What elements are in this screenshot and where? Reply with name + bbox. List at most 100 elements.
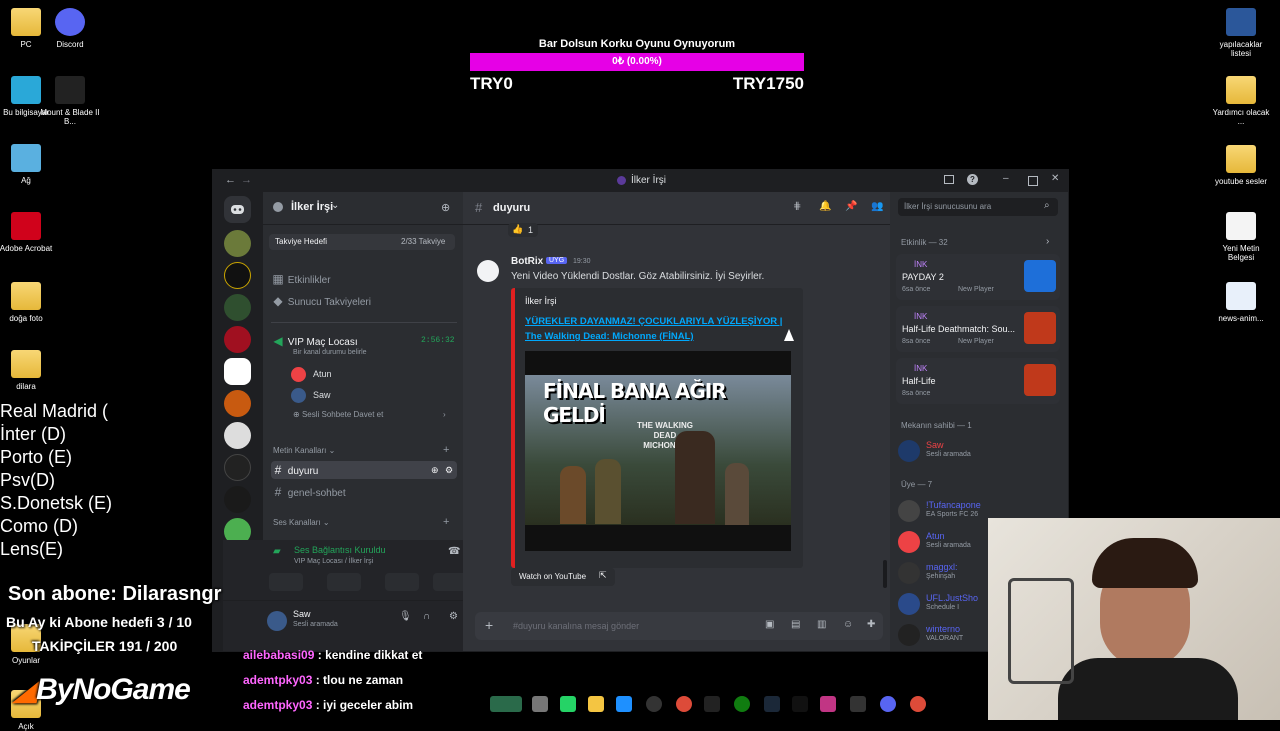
headphones-icon[interactable]: ∩ — [423, 611, 430, 622]
bot-avatar[interactable] — [477, 260, 499, 282]
forward-arrow-icon[interactable]: → — [241, 174, 252, 186]
sticker-icon[interactable]: ▥ — [817, 619, 826, 630]
taskbar-app-icon[interactable] — [532, 696, 548, 712]
video-thumbnail[interactable]: FİNAL BANA AĞIR GELDİ THE WALKING DEAD M… — [525, 351, 791, 551]
discord-icon[interactable] — [880, 696, 896, 712]
desktop-icon[interactable]: yapılacaklar listesi — [1209, 8, 1273, 58]
server-header[interactable]: İlker İrşi ⌄ ⊕ — [263, 192, 463, 225]
desktop-icon[interactable]: doğa foto — [0, 282, 58, 323]
activity-card[interactable]: İNK Half-Life Deathmatch: Sou... 8sa önc… — [896, 306, 1060, 352]
steam-icon[interactable] — [764, 696, 780, 712]
voice-location[interactable]: VIP Maç Locası / İlker İrşi — [294, 558, 373, 565]
desktop-icon[interactable]: Ağ — [0, 144, 58, 185]
avatar[interactable] — [267, 611, 287, 631]
server-icon[interactable] — [224, 326, 251, 353]
server-icon[interactable] — [224, 230, 251, 257]
threads-icon[interactable]: ⋕ — [793, 201, 801, 212]
epic-games-icon[interactable] — [704, 696, 720, 712]
events-link[interactable]: ▦ Etkinlikler — [271, 270, 457, 288]
microphone-icon[interactable]: 🎙 — [399, 611, 412, 622]
member-status: Sesli aramada — [926, 451, 971, 458]
whatsapp-icon[interactable] — [560, 696, 576, 712]
activity-card[interactable]: İNK Half-Life 8sa önce — [896, 358, 1060, 404]
member-list-icon[interactable]: 👥 — [871, 201, 883, 212]
discord-home-icon[interactable] — [224, 196, 251, 223]
invite-icon[interactable]: ⊕ — [431, 461, 439, 479]
server-icon[interactable] — [224, 390, 251, 417]
server-icon[interactable] — [224, 294, 251, 321]
boosts-link[interactable]: ◆ Sunucu Takviyeleri — [271, 292, 457, 310]
activity-game: PAYDAY 2 — [902, 272, 944, 282]
add-channel-icon[interactable]: + — [443, 516, 449, 528]
desktop-icon[interactable]: news-anim... — [1209, 282, 1273, 323]
member-status: EA Sports FC 26 — [926, 511, 979, 518]
xbox-icon[interactable] — [734, 696, 750, 712]
scrollbar[interactable] — [883, 560, 887, 588]
server-stars-icon[interactable] — [224, 262, 251, 289]
help-icon[interactable]: ? — [967, 174, 978, 185]
server-icon[interactable] — [224, 422, 251, 449]
soundboard-button[interactable] — [433, 573, 467, 591]
desktop-icon[interactable]: youtube sesler — [1209, 145, 1273, 186]
voice-user[interactable]: Atun — [291, 366, 451, 384]
server-icon[interactable] — [224, 486, 251, 513]
watch-on-youtube-button[interactable]: Watch on YouTube ⇱ — [511, 568, 615, 586]
voice-user[interactable]: Saw — [291, 387, 451, 405]
member-owner[interactable]: Saw Sesli aramada — [898, 438, 1058, 470]
voice-channel-vip[interactable]: ◀ VIP Maç Locası 2:56:32 — [271, 332, 457, 350]
voice-status[interactable]: Bir kanal durumu belirle — [293, 349, 367, 356]
taskbar-app-icon[interactable] — [646, 696, 662, 712]
chrome-icon[interactable] — [676, 696, 692, 712]
close-icon[interactable]: ✕ — [1051, 173, 1059, 184]
boost-goal-bar[interactable]: Takviye Hedefi 2/33 Takviye — [269, 234, 455, 250]
server-icon-selected[interactable] — [224, 358, 251, 385]
channel-duyuru[interactable]: # duyuru ⊕ ⚙ — [271, 461, 457, 479]
channel-genel-sohbet[interactable]: # genel-sohbet — [271, 483, 457, 501]
emoji-icon[interactable]: ☺ — [843, 619, 853, 630]
edge-icon[interactable] — [616, 696, 632, 712]
pin-icon[interactable]: 📌 — [845, 201, 857, 212]
chrome-icon[interactable] — [910, 696, 926, 712]
desktop-icon[interactable]: dilara — [0, 350, 58, 391]
instagram-icon[interactable] — [820, 696, 836, 712]
taskbar-app-icon[interactable] — [490, 696, 522, 712]
search-input[interactable]: İlker İrşi sunucusunu ara ⌕ — [898, 198, 1058, 216]
desktop-icon[interactable]: Yardımcı olacak ... — [1209, 76, 1273, 126]
folder-icon[interactable] — [588, 696, 604, 712]
reaction[interactable]: 👍 1 — [508, 223, 538, 237]
taskbar-app-icon[interactable] — [850, 696, 866, 712]
inbox-icon[interactable] — [944, 175, 954, 184]
activities-button[interactable] — [385, 573, 419, 591]
gif-icon[interactable]: ▤ — [791, 619, 800, 630]
desktop-icon[interactable]: Mount & Blade II B... — [38, 76, 102, 126]
hangup-icon[interactable]: ☎ — [448, 546, 460, 557]
gift-icon[interactable]: ▣ — [765, 619, 774, 630]
activity-card[interactable]: İNK PAYDAY 2 6sa önce New Player — [896, 254, 1060, 300]
server-alempia-icon[interactable] — [224, 454, 251, 481]
gear-icon[interactable]: ⚙ — [445, 461, 453, 479]
chevron-right-icon[interactable]: › — [1046, 236, 1049, 247]
voice-category[interactable]: Ses Kanalları ⌄ — [273, 518, 330, 527]
apps-icon[interactable]: ✚ — [867, 619, 875, 630]
embed-title-link[interactable]: YÜREKLER DAYANMAZ! ÇOCUKLARIYLA YÜZLEŞİY… — [525, 314, 795, 344]
desktop-icon[interactable]: Yeni Metin Belgesi — [1209, 212, 1273, 262]
add-user-icon[interactable]: ⊕ — [441, 201, 450, 214]
video-button[interactable] — [269, 573, 303, 591]
back-arrow-icon[interactable]: ← — [225, 174, 236, 186]
maximize-icon[interactable] — [1028, 176, 1038, 186]
screenshare-button[interactable] — [327, 573, 361, 591]
plus-icon[interactable]: + — [485, 617, 493, 633]
add-channel-icon[interactable]: + — [443, 444, 449, 456]
minimize-icon[interactable]: – — [1003, 173, 1009, 184]
message-input[interactable]: + #duyuru kanalına mesaj gönder ▣ ▤ ▥ ☺ … — [475, 612, 883, 640]
bell-icon[interactable]: 🔔 — [819, 201, 831, 212]
desktop-icon[interactable]: Adobe Acrobat — [0, 212, 58, 253]
title-bar: ← → İlker İrşi ? – ✕ — [213, 170, 1068, 192]
gear-icon[interactable]: ⚙ — [449, 611, 458, 622]
text-category[interactable]: Metin Kanalları ⌄ — [273, 446, 335, 455]
voice-invite[interactable]: ⊕ Sesli Sohbete Davet et › — [293, 410, 453, 424]
message-author[interactable]: BotRix — [511, 256, 543, 267]
desktop-icon[interactable]: Discord — [38, 8, 102, 49]
tiktok-icon[interactable] — [792, 696, 808, 712]
embed-author[interactable]: İlker İrşi — [525, 296, 557, 306]
